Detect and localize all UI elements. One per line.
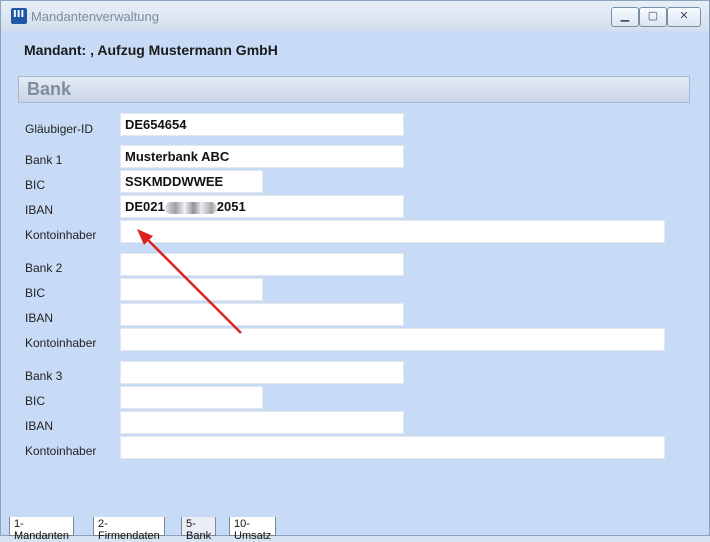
tab-umsatz[interactable]: 10-Umsatz xyxy=(229,517,277,542)
mandant-header: Mandant: , Aufzug Mustermann GmbH xyxy=(24,42,278,58)
iban-prefix: DE021 xyxy=(125,199,165,214)
bank2-bic-label: BIC xyxy=(25,286,46,300)
section-header-bank: Bank xyxy=(18,76,690,103)
tab-bank[interactable]: 5-Bank xyxy=(181,517,217,542)
close-icon: ✕ xyxy=(679,10,689,22)
bank2-owner-field[interactable] xyxy=(120,328,665,351)
close-button[interactable]: ✕ xyxy=(667,7,701,27)
bank1-name-field[interactable]: Musterbank ABC xyxy=(120,145,404,168)
section-title: Bank xyxy=(27,79,72,99)
bank2-iban-field[interactable] xyxy=(120,303,404,326)
maximize-icon: ▢ xyxy=(647,10,659,22)
minimize-icon: ▁ xyxy=(620,10,630,22)
title-bar[interactable]: III Mandantenverwaltung ▁ ▢ ✕ xyxy=(1,1,709,31)
iban-suffix: 2051 xyxy=(216,199,246,214)
bank3-bic-field[interactable] xyxy=(120,386,263,409)
tab-mandanten[interactable]: 1-Mandanten xyxy=(9,517,75,542)
bank3-label: Bank 3 xyxy=(25,369,63,383)
window-title: Mandantenverwaltung xyxy=(31,9,159,24)
tab-firmendaten[interactable]: 2-Firmendaten xyxy=(93,517,165,542)
bank2-owner-label: Kontoinhaber xyxy=(25,336,97,350)
bank1-iban-field[interactable]: DE021 2051 xyxy=(120,195,404,218)
bank2-label: Bank 2 xyxy=(25,261,63,275)
bank3-iban-label: IBAN xyxy=(25,419,54,433)
bank1-label: Bank 1 xyxy=(25,153,63,167)
bank3-owner-label: Kontoinhaber xyxy=(25,444,97,458)
bank3-iban-field[interactable] xyxy=(120,411,404,434)
glaeubiger-id-field[interactable]: DE654654 xyxy=(120,113,404,136)
glaeubiger-id-label: Gläubiger-ID xyxy=(25,122,94,136)
bank2-iban-label: IBAN xyxy=(25,311,54,325)
bank3-owner-field[interactable] xyxy=(120,436,665,459)
main-window: III Mandantenverwaltung ▁ ▢ ✕ Mandant: ,… xyxy=(0,0,710,542)
bank1-bic-label: BIC xyxy=(25,178,46,192)
bank1-iban-label: IBAN xyxy=(25,203,54,217)
maximize-button[interactable]: ▢ xyxy=(639,7,667,27)
redacted-blur xyxy=(164,201,217,214)
bank3-bic-label: BIC xyxy=(25,394,46,408)
bank2-bic-field[interactable] xyxy=(120,278,263,301)
bank1-bic-field[interactable]: SSKMDDWWEE xyxy=(120,170,263,193)
bank1-owner-label: Kontoinhaber xyxy=(25,228,97,242)
bank3-name-field[interactable] xyxy=(120,361,404,384)
bank2-name-field[interactable] xyxy=(120,253,404,276)
minimize-button[interactable]: ▁ xyxy=(611,7,639,27)
bank1-owner-field[interactable] xyxy=(120,220,665,243)
app-logo-icon: III xyxy=(11,8,27,24)
